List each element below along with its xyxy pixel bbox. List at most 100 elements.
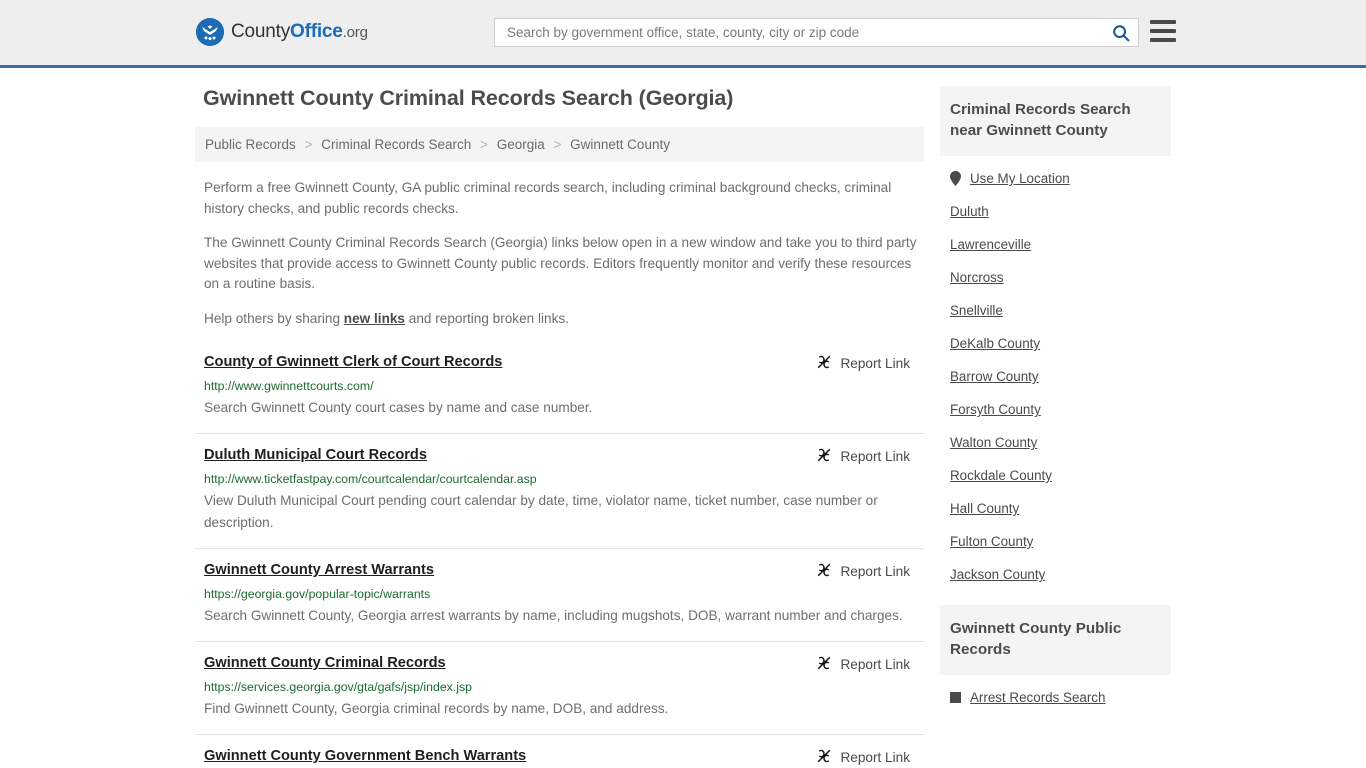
sidebar-link[interactable]: Rockdale County <box>950 468 1052 483</box>
logo-wordmark: CountyOffice.org <box>231 21 368 43</box>
intro-text: Perform a free Gwinnett County, GA publi… <box>195 178 924 329</box>
report-link-label: Report Link <box>840 564 910 579</box>
intro-paragraph-2: The Gwinnett County Criminal Records Sea… <box>204 235 917 291</box>
sidebar-item-duluth[interactable]: Duluth <box>950 195 1171 228</box>
page-body: Gwinnett County Criminal Records Search … <box>0 68 1366 768</box>
sidebar-link[interactable]: Barrow County <box>950 369 1039 384</box>
logo-text-org: .org <box>342 24 368 41</box>
result-header: Duluth Municipal Court Records Report Li… <box>204 446 924 466</box>
breadcrumb: Public Records > Criminal Records Search… <box>195 127 924 162</box>
sidebar-nearby-heading: Criminal Records Search near Gwinnett Co… <box>940 86 1171 156</box>
result-title-link[interactable]: Gwinnett County Arrest Warrants <box>204 561 434 579</box>
sidebar-link[interactable]: Arrest Records Search <box>970 690 1105 705</box>
result-title-link[interactable]: Gwinnett County Criminal Records <box>204 654 446 672</box>
breadcrumb-separator: > <box>553 137 562 152</box>
sidebar-item-barrow-county[interactable]: Barrow County <box>950 360 1171 393</box>
result-title-link[interactable]: Gwinnett County Government Bench Warrant… <box>204 747 526 765</box>
page-title: Gwinnett County Criminal Records Search … <box>203 86 734 110</box>
sidebar-nearby-list: Use My Location Duluth Lawrenceville Nor… <box>940 156 1171 591</box>
sidebar-public-records-box: Gwinnett County Public Records Arrest Re… <box>940 605 1171 714</box>
result-item: Duluth Municipal Court Records Report Li… <box>195 433 924 548</box>
sidebar-link[interactable]: Fulton County <box>950 534 1033 549</box>
breadcrumb-item-criminal-records-search[interactable]: Criminal Records Search <box>321 137 471 152</box>
breadcrumb-item-gwinnett-county[interactable]: Gwinnett County <box>570 137 670 152</box>
breadcrumb-item-georgia[interactable]: Georgia <box>497 137 545 152</box>
site-header: CountyOffice.org <box>0 0 1366 68</box>
eagle-seal-icon <box>196 18 224 46</box>
result-title-link[interactable]: Duluth Municipal Court Records <box>204 446 427 464</box>
result-url[interactable]: http://www.ticketfastpay.com/courtcalend… <box>204 471 924 487</box>
sidebar-item-rockdale-county[interactable]: Rockdale County <box>950 459 1171 492</box>
hamburger-bar <box>1150 38 1176 42</box>
content-container: Gwinnett County Criminal Records Search … <box>195 68 1171 768</box>
sidebar-link[interactable]: Hall County <box>950 501 1019 516</box>
search-bar[interactable] <box>494 18 1139 47</box>
hamburger-bar <box>1150 20 1176 24</box>
sidebar-link[interactable]: Forsyth County <box>950 402 1041 417</box>
intro-paragraph-1: Perform a free Gwinnett County, GA publi… <box>204 180 892 216</box>
sidebar-item-jackson-county[interactable]: Jackson County <box>950 558 1171 591</box>
result-url[interactable]: https://services.georgia.gov/gta/gafs/js… <box>204 679 924 695</box>
broken-link-icon <box>816 447 832 466</box>
main-column: Gwinnett County Criminal Records Search … <box>195 86 924 768</box>
result-item: Gwinnett County Arrest Warrants Report L… <box>195 548 924 641</box>
result-url[interactable]: https://georgia.gov/popular-topic/warran… <box>204 586 924 602</box>
sidebar-item-forsyth-county[interactable]: Forsyth County <box>950 393 1171 426</box>
hamburger-bar <box>1150 29 1176 33</box>
sidebar-item-dekalb-county[interactable]: DeKalb County <box>950 327 1171 360</box>
sidebar-item-snellville[interactable]: Snellville <box>950 294 1171 327</box>
broken-link-icon <box>816 562 832 581</box>
sidebar-link[interactable]: Duluth <box>950 204 989 219</box>
sidebar-link[interactable]: DeKalb County <box>950 336 1040 351</box>
search-input[interactable] <box>505 19 1110 46</box>
sidebar-public-records-heading: Gwinnett County Public Records <box>940 605 1171 675</box>
sidebar: Criminal Records Search near Gwinnett Co… <box>940 86 1171 768</box>
site-logo[interactable]: CountyOffice.org <box>196 18 368 46</box>
result-header: Gwinnett County Arrest Warrants Report L… <box>204 561 924 581</box>
intro-paragraph-3: Help others by sharing new links and rep… <box>204 309 924 330</box>
result-description: Find Gwinnett County, Georgia criminal r… <box>204 701 669 716</box>
broken-link-icon <box>816 748 832 767</box>
sidebar-item-lawrenceville[interactable]: Lawrenceville <box>950 228 1171 261</box>
sidebar-link[interactable]: Walton County <box>950 435 1037 450</box>
sidebar-public-records-list: Arrest Records Search <box>940 675 1171 714</box>
breadcrumb-separator: > <box>304 137 313 152</box>
logo-text-county: County <box>231 21 291 42</box>
breadcrumb-separator: > <box>480 137 488 152</box>
result-header: Gwinnett County Government Bench Warrant… <box>204 747 924 767</box>
use-my-location-link[interactable]: Use My Location <box>970 171 1070 186</box>
result-description: Search Gwinnett County court cases by na… <box>204 400 593 415</box>
intro-p3-before: Help others by sharing <box>204 310 344 326</box>
intro-p3-after: and reporting broken links. <box>405 310 569 326</box>
report-link-button[interactable]: Report Link <box>816 562 910 581</box>
sidebar-item-walton-county[interactable]: Walton County <box>950 426 1171 459</box>
logo-text-office: Office <box>290 21 343 42</box>
sidebar-item-use-my-location[interactable]: Use My Location <box>950 162 1171 195</box>
breadcrumb-item-public-records[interactable]: Public Records <box>205 137 296 152</box>
report-link-label: Report Link <box>840 449 910 464</box>
sidebar-link[interactable]: Snellville <box>950 303 1003 318</box>
result-url[interactable]: http://www.gwinnettcourts.com/ <box>204 378 924 394</box>
new-links-link[interactable]: new links <box>344 311 405 326</box>
sidebar-item-arrest-records-search[interactable]: Arrest Records Search <box>950 681 1171 714</box>
sidebar-link[interactable]: Jackson County <box>950 567 1045 582</box>
sidebar-item-norcross[interactable]: Norcross <box>950 261 1171 294</box>
report-link-button[interactable]: Report Link <box>816 655 910 674</box>
result-title-link[interactable]: County of Gwinnett Clerk of Court Record… <box>204 353 502 371</box>
sidebar-nearby-box: Criminal Records Search near Gwinnett Co… <box>940 86 1171 591</box>
sidebar-link[interactable]: Norcross <box>950 270 1004 285</box>
result-description: View Duluth Municipal Court pending cour… <box>204 493 878 530</box>
sidebar-item-fulton-county[interactable]: Fulton County <box>950 525 1171 558</box>
map-pin-icon <box>950 171 961 186</box>
result-header: Gwinnett County Criminal Records Report … <box>204 654 924 674</box>
search-icon[interactable] <box>1110 22 1132 44</box>
result-item: Gwinnett County Government Bench Warrant… <box>195 734 924 768</box>
sidebar-item-hall-county[interactable]: Hall County <box>950 492 1171 525</box>
report-link-button[interactable]: Report Link <box>816 354 910 373</box>
report-link-label: Report Link <box>840 356 910 371</box>
hamburger-menu-icon[interactable] <box>1150 20 1176 42</box>
report-link-button[interactable]: Report Link <box>816 748 910 767</box>
report-link-button[interactable]: Report Link <box>816 447 910 466</box>
result-item: Gwinnett County Criminal Records Report … <box>195 641 924 734</box>
sidebar-link[interactable]: Lawrenceville <box>950 237 1031 252</box>
